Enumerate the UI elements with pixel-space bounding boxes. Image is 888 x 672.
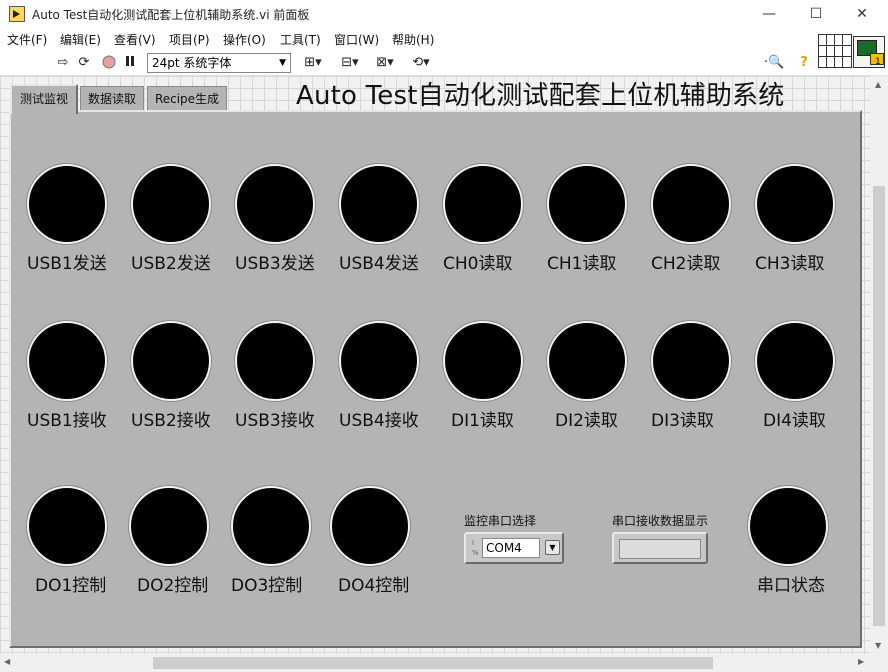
do4-control-led[interactable] <box>330 486 410 566</box>
scroll-left-icon[interactable]: ◀ <box>4 657 10 666</box>
vertical-scroll-thumb[interactable] <box>873 186 885 626</box>
tab-data-read[interactable]: 数据读取 <box>80 86 144 112</box>
connector-pane[interactable] <box>818 34 852 68</box>
help-icon[interactable]: ? <box>795 54 813 72</box>
ch3-read-label: CH3读取 <box>755 254 825 274</box>
serial-status-label: 串口状态 <box>757 576 825 596</box>
io-name-icon: I% <box>472 539 479 557</box>
vertical-scrollbar[interactable]: ▲ ▼ <box>870 76 888 654</box>
run-continuously-icon[interactable]: ⟳ <box>75 54 93 72</box>
usb1-receive-label: USB1接收 <box>27 411 107 431</box>
receive-display-label: 串口接收数据显示 <box>612 514 709 528</box>
do3-control-label: DO3控制 <box>231 576 303 596</box>
usb4-receive-label: USB4接收 <box>339 411 419 431</box>
menu-edit[interactable]: 编辑(E) <box>60 31 101 48</box>
do1-control-led[interactable] <box>27 486 107 566</box>
menu-bar: 文件(F) 编辑(E) 查看(V) 项目(P) 操作(O) 工具(T) 窗口(W… <box>0 28 888 50</box>
ch1-read-led[interactable] <box>547 164 627 244</box>
do2-control-label: DO2控制 <box>137 576 209 596</box>
usb4-send-led[interactable] <box>339 164 419 244</box>
title-bar: Auto Test自动化测试配套上位机辅助系统.vi 前面板 — ☐ ✕ <box>0 0 888 28</box>
serial-status-led[interactable] <box>748 486 828 566</box>
usb3-send-led[interactable] <box>235 164 315 244</box>
chevron-down-icon[interactable]: ▼ <box>545 540 560 555</box>
minimize-button[interactable]: — <box>746 2 792 26</box>
search-icon[interactable]: ·🔍 <box>762 54 786 72</box>
vi-icon-number: 1 <box>875 57 881 67</box>
serial-port-select[interactable]: I% COM4 ▼ <box>464 532 564 564</box>
pause-icon[interactable] <box>121 54 139 72</box>
usb1-send-led[interactable] <box>27 164 107 244</box>
maximize-button[interactable]: ☐ <box>793 2 839 26</box>
serial-port-value[interactable]: COM4 <box>482 538 540 558</box>
usb4-send-label: USB4发送 <box>339 254 419 274</box>
usb1-receive-led[interactable] <box>27 321 107 401</box>
menu-window[interactable]: 窗口(W) <box>334 31 379 48</box>
usb2-send-label: USB2发送 <box>131 254 211 274</box>
scroll-up-icon[interactable]: ▲ <box>875 80 881 89</box>
menu-file[interactable]: 文件(F) <box>7 31 47 48</box>
close-button[interactable]: ✕ <box>839 2 885 26</box>
usb2-receive-led[interactable] <box>131 321 211 401</box>
page-title: Auto Test自动化测试配套上位机辅助系统 <box>296 81 785 111</box>
window-title: Auto Test自动化测试配套上位机辅助系统.vi 前面板 <box>32 8 310 22</box>
abort-icon[interactable] <box>100 54 118 72</box>
ch0-read-label: CH0读取 <box>443 254 513 274</box>
ch1-read-label: CH1读取 <box>547 254 617 274</box>
chevron-down-icon: ▼ <box>279 58 286 68</box>
ch3-read-led[interactable] <box>755 164 835 244</box>
reorder-icon[interactable]: ⟲▾ <box>408 54 434 72</box>
distribute-objects-icon[interactable]: ⊟▾ <box>337 54 363 72</box>
scroll-down-icon[interactable]: ▼ <box>875 641 881 650</box>
di3-read-led[interactable] <box>651 321 731 401</box>
do2-control-led[interactable] <box>129 486 209 566</box>
receive-data-display[interactable] <box>612 532 708 564</box>
do3-control-led[interactable] <box>231 486 311 566</box>
horizontal-scroll-thumb[interactable] <box>153 657 713 669</box>
usb3-receive-label: USB3接收 <box>235 411 315 431</box>
menu-operate[interactable]: 操作(O) <box>223 31 266 48</box>
do1-control-label: DO1控制 <box>35 576 107 596</box>
menu-project[interactable]: 项目(P) <box>169 31 210 48</box>
tab-test-monitor[interactable]: 测试监视 <box>10 84 78 114</box>
di2-read-label: DI2读取 <box>555 411 618 431</box>
di3-read-label: DI3读取 <box>651 411 714 431</box>
toolbar: ⇨ ⟳ 24pt 系统字体 ▼ ⊞▾ ⊟▾ ⊠▾ ⟲▾ ·🔍 ? <box>0 50 888 76</box>
di1-read-led[interactable] <box>443 321 523 401</box>
font-select[interactable]: 24pt 系统字体 ▼ <box>147 53 291 73</box>
horizontal-scrollbar[interactable]: ◀ ▶ <box>0 654 888 672</box>
menu-help[interactable]: 帮助(H) <box>392 31 434 48</box>
align-objects-icon[interactable]: ⊞▾ <box>300 54 326 72</box>
ch0-read-led[interactable] <box>443 164 523 244</box>
resize-objects-icon[interactable]: ⊠▾ <box>372 54 398 72</box>
tab-recipe-generate[interactable]: Recipe生成 <box>147 86 227 112</box>
di1-read-label: DI1读取 <box>451 411 514 431</box>
do4-control-label: DO4控制 <box>338 576 410 596</box>
labview-vi-icon <box>9 6 25 22</box>
ch2-read-led[interactable] <box>651 164 731 244</box>
menu-view[interactable]: 查看(V) <box>114 31 156 48</box>
usb3-send-label: USB3发送 <box>235 254 315 274</box>
scroll-right-icon[interactable]: ▶ <box>858 657 864 666</box>
usb4-receive-led[interactable] <box>339 321 419 401</box>
run-arrow-icon[interactable]: ⇨ <box>54 54 72 72</box>
usb1-send-label: USB1发送 <box>27 254 107 274</box>
serial-port-select-label: 监控串口选择 <box>464 514 537 528</box>
di4-read-led[interactable] <box>755 321 835 401</box>
menu-tools[interactable]: 工具(T) <box>280 31 321 48</box>
usb2-receive-label: USB2接收 <box>131 411 211 431</box>
di4-read-label: DI4读取 <box>763 411 826 431</box>
usb2-send-led[interactable] <box>131 164 211 244</box>
usb3-receive-led[interactable] <box>235 321 315 401</box>
di2-read-led[interactable] <box>547 321 627 401</box>
ch2-read-label: CH2读取 <box>651 254 721 274</box>
receive-data-value[interactable] <box>619 539 701 559</box>
